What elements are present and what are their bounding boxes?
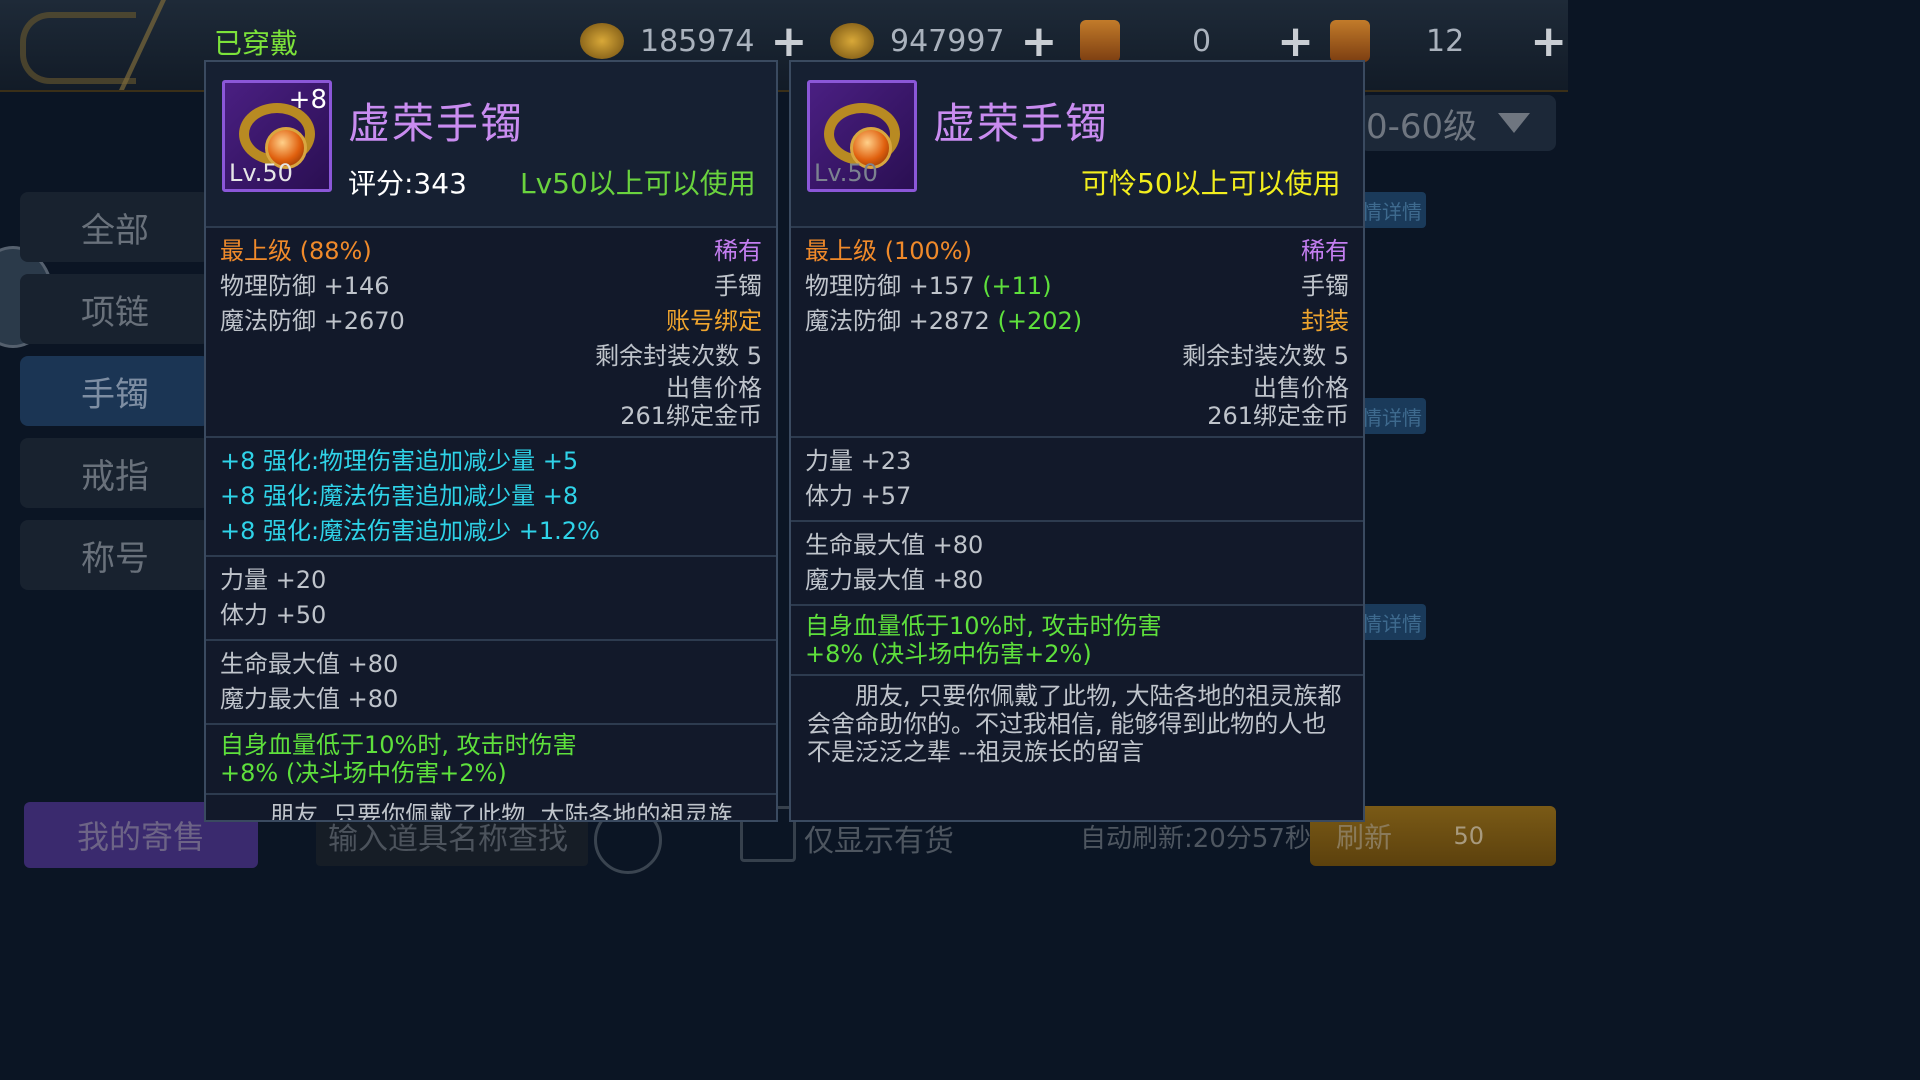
enhance-effect: +8 强化:魔法伤害追加减少 +1.2% — [220, 517, 600, 545]
refresh-cost: 50 — [1453, 822, 1484, 850]
stat-stamina: 体力 +57 — [805, 482, 912, 510]
tab-all[interactable]: 全部 — [20, 192, 210, 262]
item-type: 手镯 — [714, 272, 762, 300]
magic-defense: 魔法防御 +2872 — [805, 307, 990, 335]
level-filter-value: 0-60级 — [1366, 106, 1478, 147]
item-grade: 最上级 (100%) — [805, 237, 972, 265]
item-type: 手镯 — [1301, 272, 1349, 300]
physical-defense: 物理防御 +157 — [805, 272, 975, 300]
stock-only-label: 仅显示有货 — [804, 824, 954, 859]
stat-max-hp: 生命最大值 +80 — [805, 531, 984, 559]
remaining-seal-count: 剩余封装次数 5 — [1182, 342, 1349, 370]
category-tabs: 全部 项链 手镯 戒指 称号 — [20, 192, 210, 602]
item-level: Lv.50 — [814, 159, 878, 187]
currency-value: 947997 — [890, 23, 1005, 59]
detail-button[interactable]: 情详情 — [1360, 398, 1426, 434]
base-info: 最上级 (88%) 稀有 物理防御 +146 手镯 魔法防御 +2670 账号绑定 剩… — [206, 228, 776, 438]
tab-bracelet[interactable]: 手镯 — [20, 356, 210, 426]
stat-stamina: 体力 +50 — [220, 601, 327, 629]
item-score: 评分:343 — [348, 167, 467, 200]
item-rarity: 稀有 — [1301, 237, 1349, 265]
magic-defense-diff: (+202) — [997, 307, 1083, 335]
add-currency-button[interactable]: + — [1277, 16, 1314, 67]
scroll-icon — [1330, 20, 1370, 62]
attribute-stats: 力量 +20 体力 +50 — [206, 557, 776, 641]
magic-defense: 魔法防御 +2670 — [220, 307, 405, 335]
currency-scroll-a: 0 + — [1080, 16, 1314, 67]
use-level-requirement: 可怜50以上可以使用 — [1081, 167, 1341, 200]
currency-gold: 185974 + — [580, 16, 808, 67]
currency-value: 185974 — [640, 23, 755, 59]
scroll-icon — [1080, 20, 1120, 62]
attribute-stats: 力量 +23 体力 +57 — [791, 438, 1363, 522]
sell-price: 261绑定金币 — [620, 402, 762, 430]
currency-bound: 947997 + — [830, 16, 1058, 67]
detail-button[interactable]: 情详情 — [1360, 192, 1426, 228]
add-currency-button[interactable]: + — [1530, 16, 1567, 67]
tab-ring[interactable]: 戒指 — [20, 438, 210, 508]
add-currency-button[interactable]: + — [771, 16, 808, 67]
special-effect-line: 自身血量低于10%时, 攻击时伤害 — [805, 612, 1162, 640]
use-level-requirement: Lv50以上可以使用 — [520, 167, 756, 200]
level-filter-dropdown[interactable]: 0-60级 — [1360, 95, 1556, 151]
auto-refresh-timer: 自动刷新:20分57秒 — [1080, 824, 1311, 854]
special-effect-line: 自身血量低于10%时, 攻击时伤害 — [220, 731, 577, 759]
item-header: Lv.50 虚荣手镯 可怜50以上可以使用 — [791, 62, 1363, 228]
item-rarity: 稀有 — [714, 237, 762, 265]
back-icon[interactable] — [20, 12, 136, 84]
bracelet-icon: +8 Lv.50 — [222, 80, 332, 192]
enhance-level: +8 — [288, 85, 327, 115]
item-grade: 最上级 (88%) — [220, 237, 372, 265]
special-effect: 自身血量低于10%时, 攻击时伤害 +8% (决斗场中伤害+2%) — [206, 725, 776, 795]
max-stats: 生命最大值 +80 魔力最大值 +80 — [791, 522, 1363, 606]
physical-defense: 物理防御 +146 — [220, 272, 390, 300]
item-name: 虚荣手镯 — [933, 99, 1110, 148]
special-effect: 自身血量低于10%时, 攻击时伤害 +8% (决斗场中伤害+2%) — [791, 606, 1363, 676]
bound-coin-icon — [830, 23, 874, 59]
stat-max-hp: 生命最大值 +80 — [220, 650, 399, 678]
stat-strength: 力量 +23 — [805, 447, 912, 475]
special-effect-line: +8% (决斗场中伤害+2%) — [220, 759, 507, 787]
chevron-down-icon — [1498, 113, 1530, 133]
sell-price-label: 出售价格 — [666, 374, 762, 402]
enhance-effects: +8 强化:物理伤害追加减少量 +5 +8 强化:魔法伤害追加减少量 +8 +8… — [206, 438, 776, 557]
item-lore: 朋友, 只要你佩戴了此物, 大陆各地的祖灵族 — [270, 801, 733, 822]
item-header: +8 Lv.50 虚荣手镯 评分:343 Lv50以上可以使用 — [206, 62, 776, 228]
bracelet-icon: Lv.50 — [807, 80, 917, 192]
tab-title[interactable]: 称号 — [20, 520, 210, 590]
equipped-label: 已穿戴 — [214, 27, 299, 60]
sell-price-label: 出售价格 — [1253, 374, 1349, 402]
currency-scroll-b: 12 + — [1330, 16, 1567, 67]
item-name: 虚荣手镯 — [348, 99, 525, 148]
detail-button[interactable]: 情详情 — [1360, 604, 1426, 640]
special-effect-line: +8% (决斗场中伤害+2%) — [805, 640, 1092, 668]
physical-defense-diff: (+11) — [982, 272, 1052, 300]
item-lore: 朋友, 只要你佩戴了此物, 大陆各地的祖灵族都会舍命助你的。不过我相信, 能够得… — [807, 682, 1342, 766]
add-currency-button[interactable]: + — [1021, 16, 1058, 67]
enhance-effect: +8 强化:魔法伤害追加减少量 +8 — [220, 482, 579, 510]
stat-max-mp: 魔力最大值 +80 — [220, 685, 399, 713]
gold-coin-icon — [580, 23, 624, 59]
item-level: Lv.50 — [229, 159, 293, 187]
enhance-effect: +8 强化:物理伤害追加减少量 +5 — [220, 447, 579, 475]
stat-max-mp: 魔力最大值 +80 — [805, 566, 984, 594]
bind-status: 账号绑定 — [666, 307, 762, 335]
bind-status: 封装 — [1301, 307, 1349, 335]
stat-strength: 力量 +20 — [220, 566, 327, 594]
refresh-label: 刷新 — [1336, 821, 1393, 854]
max-stats: 生命最大值 +80 魔力最大值 +80 — [206, 641, 776, 725]
base-info: 最上级 (100%) 稀有 物理防御 +157 (+11) 手镯 魔法防御 +287… — [791, 228, 1363, 438]
compare-item-tooltip: Lv.50 虚荣手镯 可怜50以上可以使用 最上级 (100%) 稀有 物理防御 … — [789, 60, 1365, 822]
currency-value: 12 — [1426, 23, 1465, 59]
sell-price: 261绑定金币 — [1207, 402, 1349, 430]
currency-value: 0 — [1192, 23, 1212, 59]
remaining-seal-count: 剩余封装次数 5 — [595, 342, 762, 370]
equipped-item-tooltip: +8 Lv.50 虚荣手镯 评分:343 Lv50以上可以使用 最上级 (88%… — [204, 60, 778, 822]
tab-necklace[interactable]: 项链 — [20, 274, 210, 344]
